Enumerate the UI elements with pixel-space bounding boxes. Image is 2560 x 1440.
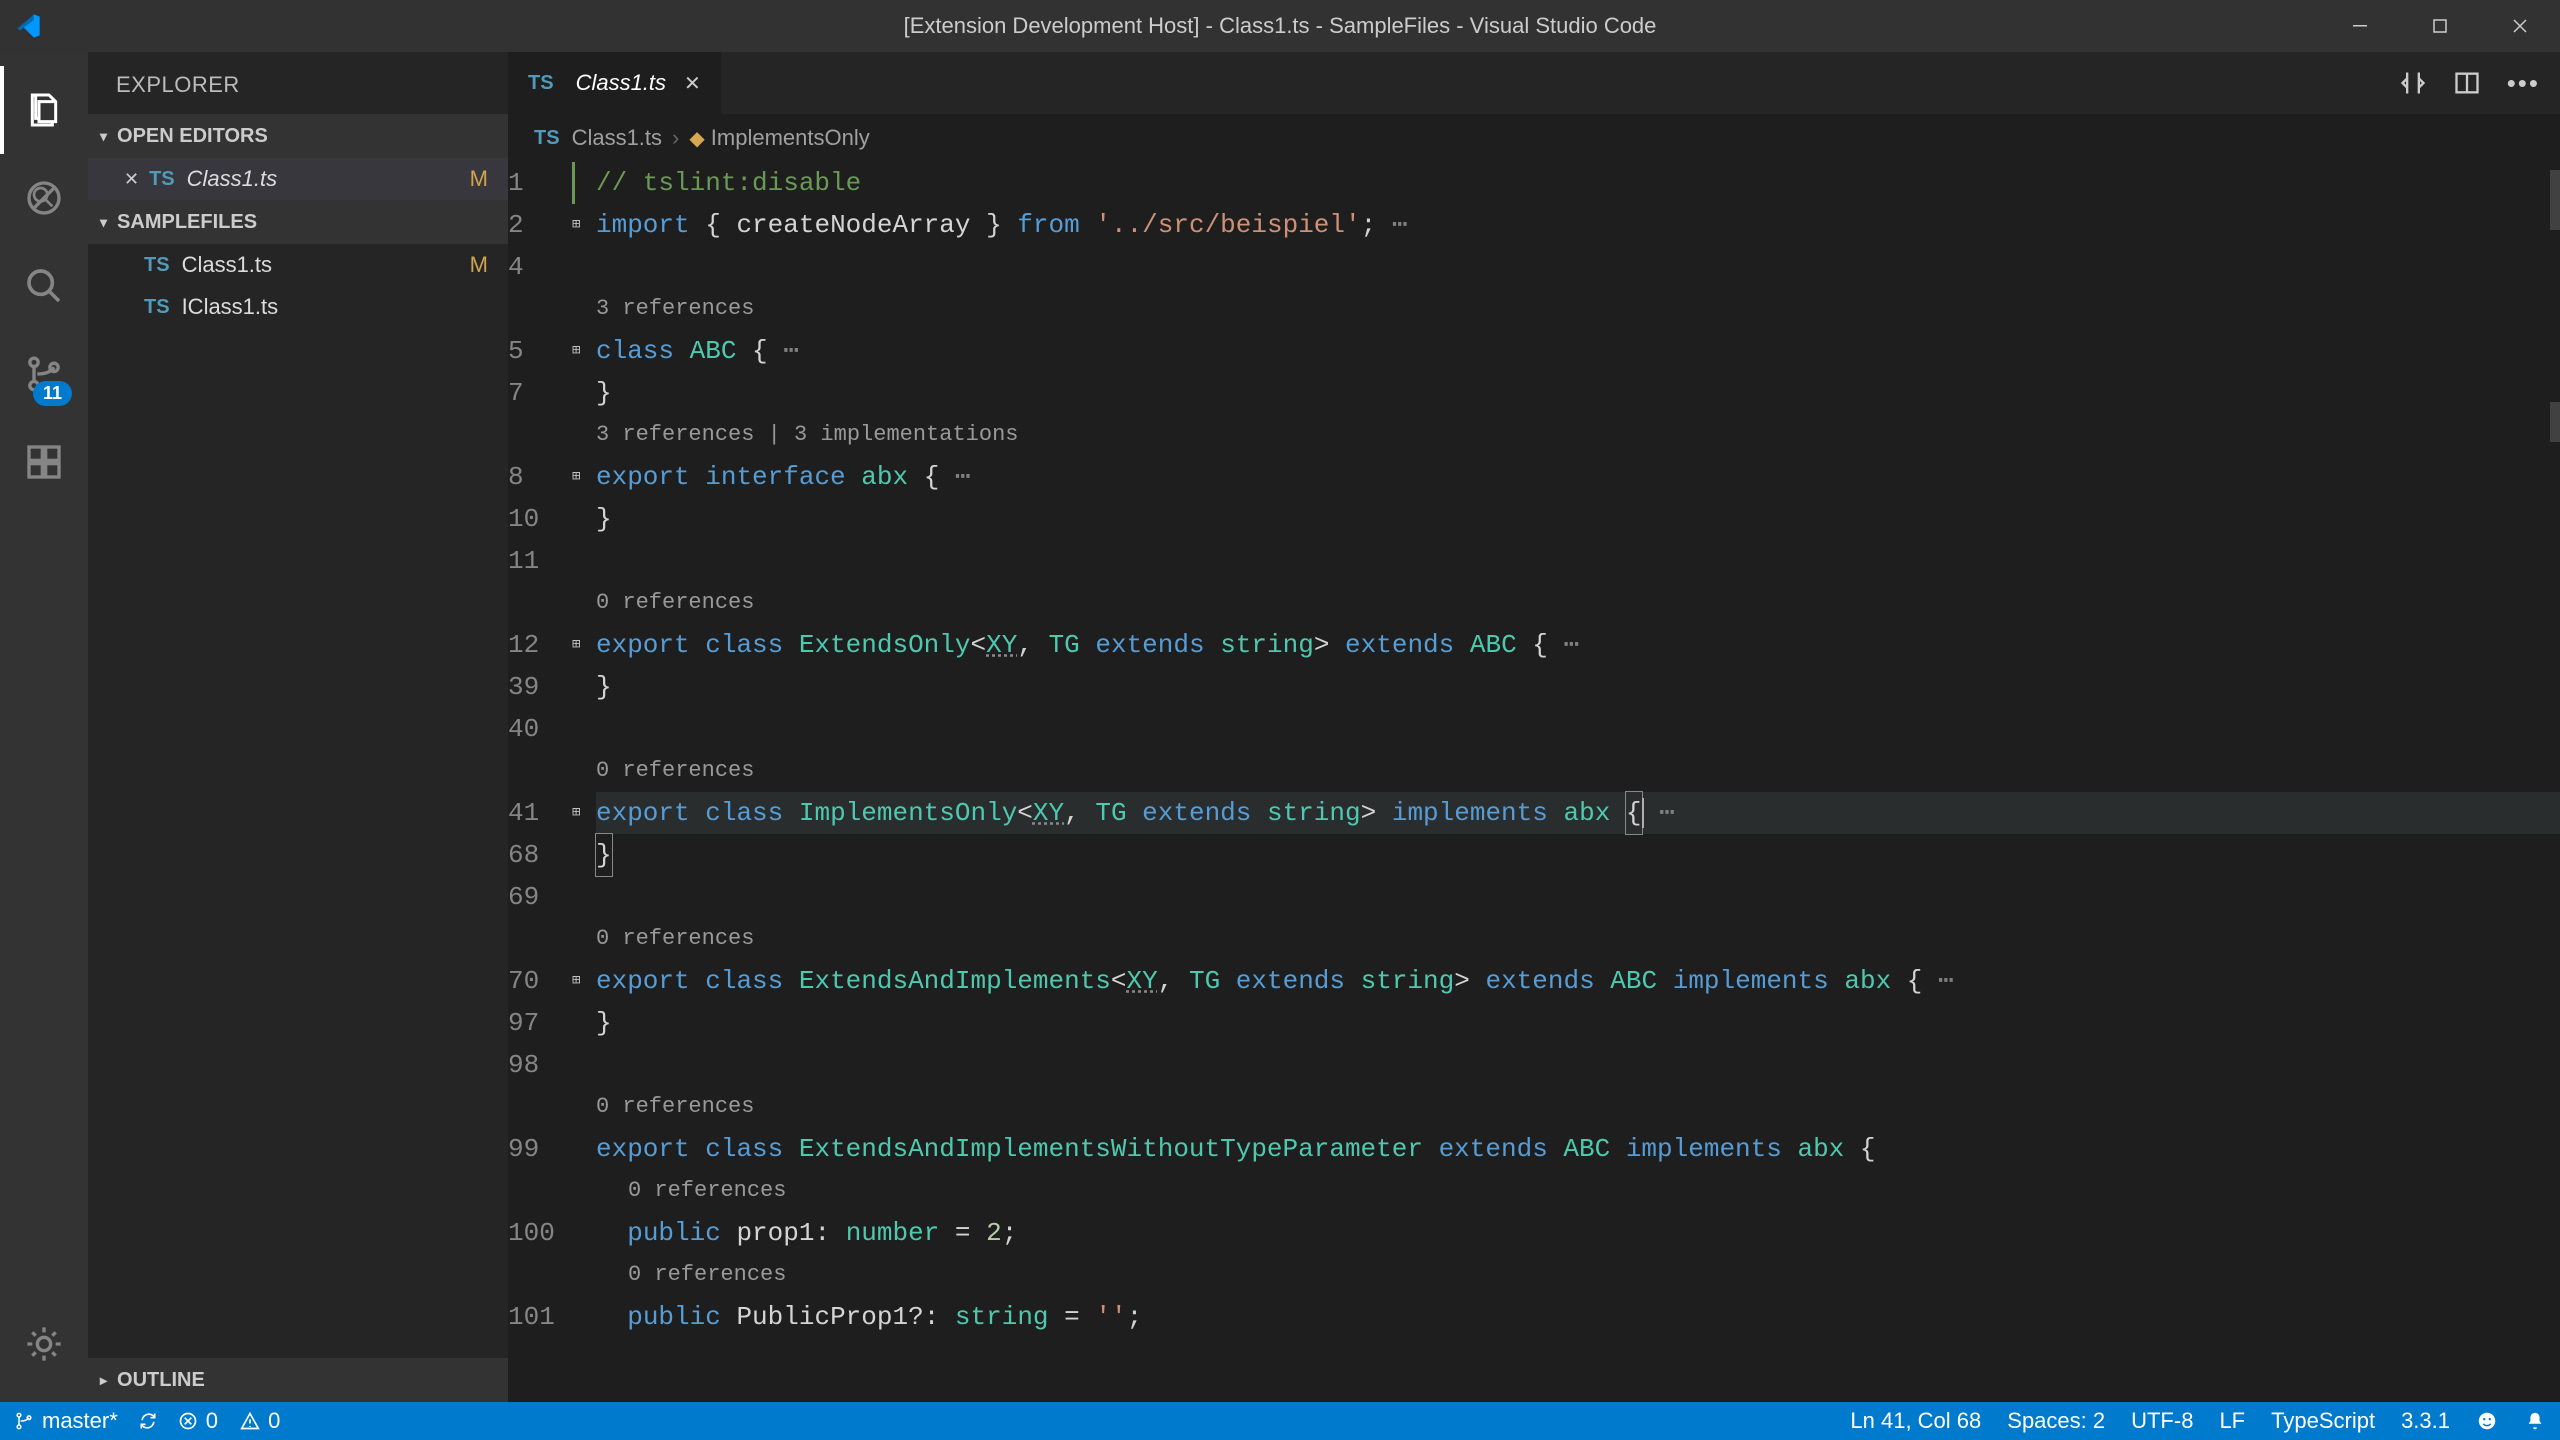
status-bar: master* 0 0 Ln 41, Col 68 Spaces: 2 UTF-…: [0, 1402, 2560, 1440]
activity-explorer[interactable]: [0, 66, 88, 154]
status-eol[interactable]: LF: [2219, 1408, 2245, 1434]
tab-label: Class1.ts: [576, 70, 666, 96]
ts-file-icon: TS: [528, 72, 554, 95]
maximize-button[interactable]: [2400, 0, 2480, 52]
modified-badge: M: [470, 166, 488, 192]
class-symbol-icon: ◆: [689, 126, 704, 151]
editor-body[interactable]: 1 2 4 5 7 8 10 11 12 39 40 41 68: [508, 162, 2560, 1402]
status-encoding[interactable]: UTF-8: [2131, 1408, 2193, 1434]
fold-expand-icon[interactable]: ⊞: [572, 960, 580, 1002]
window-title: [Extension Development Host] - Class1.ts…: [904, 13, 1657, 39]
tabs-row: TS Class1.ts ✕ •••: [508, 52, 2560, 114]
workspace-file-item[interactable]: TS Class1.ts M: [88, 244, 508, 286]
sidebar-title: EXPLORER: [88, 52, 508, 114]
fold-expand-icon[interactable]: ⊞: [572, 204, 580, 246]
status-branch[interactable]: master*: [14, 1408, 118, 1434]
open-editor-item[interactable]: ✕ TS Class1.ts M: [88, 158, 508, 200]
tab-close-icon[interactable]: ✕: [684, 71, 701, 96]
ts-file-icon: TS: [149, 168, 175, 191]
status-ts-version[interactable]: 3.3.1: [2401, 1408, 2450, 1434]
activity-scm[interactable]: 11: [0, 330, 88, 418]
breadcrumb-symbol[interactable]: ImplementsOnly: [711, 125, 870, 151]
activity-bar: 11: [0, 52, 88, 1402]
code-lens[interactable]: 0 references: [596, 918, 754, 960]
code-lens[interactable]: 0 references: [596, 1254, 786, 1296]
code-lens[interactable]: 0 references: [596, 1170, 786, 1212]
breadcrumb[interactable]: TS Class1.ts › ◆ ImplementsOnly: [508, 114, 2560, 162]
line-gutter: 1 2 4 5 7 8 10 11 12 39 40 41 68: [508, 162, 572, 1402]
warning-icon: [240, 1411, 260, 1431]
compare-icon[interactable]: [2399, 69, 2427, 97]
code-lens[interactable]: 0 references: [596, 750, 754, 792]
status-errors[interactable]: 0 0: [178, 1408, 281, 1434]
git-branch-icon: [14, 1411, 34, 1431]
workspace-file-item[interactable]: TS IClass1.ts: [88, 286, 508, 328]
search-disabled-icon: [24, 178, 64, 218]
tab-actions: •••: [2399, 52, 2560, 114]
titlebar: [Extension Development Host] - Class1.ts…: [0, 0, 2560, 52]
close-button[interactable]: [2480, 0, 2560, 52]
files-icon: [24, 90, 64, 130]
vscode-logo: [14, 12, 42, 40]
status-spaces[interactable]: Spaces: 2: [2007, 1408, 2105, 1434]
activity-search[interactable]: [0, 154, 88, 242]
error-icon: [178, 1411, 198, 1431]
status-notifications[interactable]: [2524, 1410, 2546, 1432]
status-cursor[interactable]: Ln 41, Col 68: [1850, 1408, 1981, 1434]
chevron-right-icon: ›: [672, 125, 679, 151]
section-outline[interactable]: OUTLINE: [88, 1358, 508, 1402]
activity-extensions[interactable]: [0, 418, 88, 506]
fold-expand-icon[interactable]: ⊞: [572, 624, 580, 666]
activity-search2[interactable]: [0, 242, 88, 330]
activity-settings[interactable]: [0, 1300, 88, 1388]
extensions-icon: [24, 442, 64, 482]
code-lens[interactable]: 0 references: [596, 582, 754, 624]
file-name: IClass1.ts: [182, 294, 279, 320]
text-cursor: [1642, 798, 1644, 828]
split-editor-icon[interactable]: [2453, 69, 2481, 97]
code-lens[interactable]: 3 references: [596, 288, 754, 330]
ts-file-icon: TS: [144, 296, 170, 319]
search-icon: [24, 266, 64, 306]
code-content[interactable]: // tslint:disable import { createNodeArr…: [596, 162, 2560, 1402]
sidebar: EXPLORER OPEN EDITORS ✕ TS Class1.ts M S…: [88, 52, 508, 1402]
status-sync[interactable]: [138, 1411, 158, 1431]
tab-class1[interactable]: TS Class1.ts ✕: [508, 52, 722, 114]
code-lens[interactable]: 0 references: [596, 1086, 754, 1128]
status-language[interactable]: TypeScript: [2271, 1408, 2375, 1434]
status-feedback[interactable]: [2476, 1410, 2498, 1432]
file-name: Class1.ts: [187, 166, 277, 192]
fold-expand-icon[interactable]: ⊞: [572, 792, 580, 834]
editor-area: TS Class1.ts ✕ ••• TS Class1.ts › ◆ Impl…: [508, 52, 2560, 1402]
section-open-editors[interactable]: OPEN EDITORS: [88, 114, 508, 158]
sync-icon: [138, 1411, 158, 1431]
ts-file-icon: TS: [534, 127, 560, 150]
modified-badge: M: [470, 252, 488, 278]
bell-icon: [2524, 1410, 2546, 1432]
more-icon[interactable]: •••: [2507, 68, 2540, 99]
fold-expand-icon[interactable]: ⊞: [572, 456, 580, 498]
window-controls: [2320, 0, 2560, 52]
minimize-button[interactable]: [2320, 0, 2400, 52]
scm-badge: 11: [33, 381, 72, 406]
code-lens[interactable]: 3 references | 3 implementations: [596, 414, 1018, 456]
breadcrumb-file[interactable]: Class1.ts: [572, 125, 662, 151]
fold-expand-icon[interactable]: ⊞: [572, 330, 580, 372]
close-icon[interactable]: ✕: [124, 169, 139, 190]
section-workspace[interactable]: SAMPLEFILES: [88, 200, 508, 244]
ts-file-icon: TS: [144, 254, 170, 277]
gear-icon: [24, 1324, 64, 1364]
smiley-icon: [2476, 1410, 2498, 1432]
file-name: Class1.ts: [182, 252, 272, 278]
fold-gutter: ⊞ ⊞ ⊞ ⊞ ⊞: [572, 162, 596, 1402]
